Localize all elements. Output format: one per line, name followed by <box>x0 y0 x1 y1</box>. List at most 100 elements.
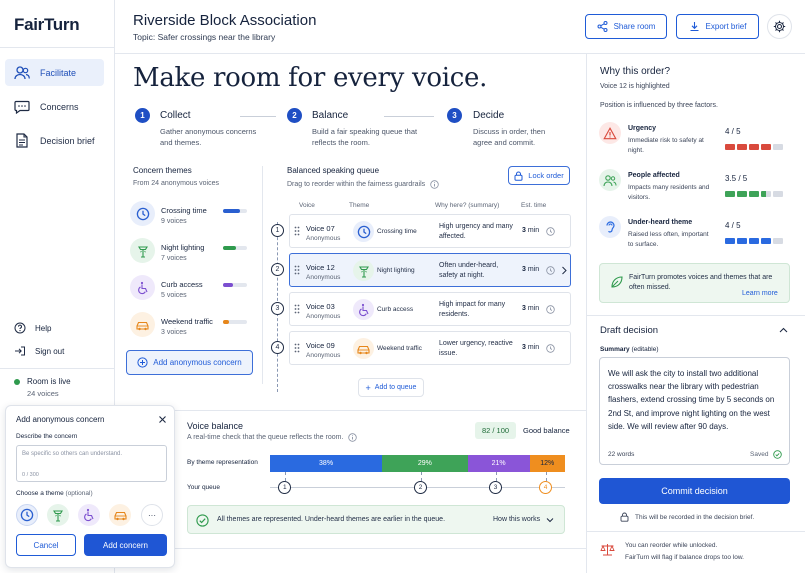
factor-item: Under-heard theme Raised less often, imp… <box>599 216 789 258</box>
score-segment <box>737 191 747 197</box>
drag-handle-icon[interactable] <box>294 343 300 353</box>
theme-option-clock[interactable] <box>16 504 38 526</box>
score-segment <box>737 238 747 244</box>
queue-row[interactable]: Voice 03 Anonymous Curb access High impa… <box>289 292 571 326</box>
score-segment <box>773 144 783 150</box>
info-icon[interactable] <box>430 180 439 189</box>
add-concern-label: Add anonymous concern <box>153 358 242 367</box>
lock-order-button[interactable]: Lock order <box>508 166 570 185</box>
sidebar-item-concerns[interactable]: Concerns <box>5 93 104 120</box>
app-logo: FairTurn <box>14 15 80 34</box>
theme-item[interactable]: Crossing time 9 voices <box>130 201 255 231</box>
how-this-works-link[interactable]: How this works <box>493 516 554 523</box>
voice-id: Voice 09 <box>306 341 335 350</box>
settings-button[interactable] <box>767 14 792 39</box>
chevron-up-icon[interactable] <box>779 327 788 333</box>
sidebar-item-decision-brief[interactable]: Decision brief <box>5 127 104 154</box>
close-icon[interactable] <box>158 415 167 424</box>
balance-segment-label: 29% <box>417 460 432 467</box>
queue-time-value: 3 <box>522 305 526 312</box>
queue-row[interactable]: Voice 07 Anonymous Crossing time High ur… <box>289 214 571 248</box>
score-segment <box>761 191 771 197</box>
gear-icon <box>773 20 786 33</box>
theme-item[interactable]: Curb access 5 voices <box>130 275 255 305</box>
download-icon <box>690 22 699 32</box>
theme-name: Night lighting <box>161 243 205 252</box>
check-circle-icon <box>196 514 209 527</box>
theme-share-track <box>223 209 247 213</box>
check-circle-icon <box>773 450 783 459</box>
saved-label: Saved <box>750 451 769 458</box>
factor-score-bars <box>725 143 785 152</box>
queue-theme: Weekend traffic <box>377 345 422 352</box>
add-anonymous-concern-button[interactable]: Add anonymous concern <box>126 350 253 375</box>
queue-row[interactable]: Voice 09 Anonymous Weekend traffic Lower… <box>289 331 571 365</box>
theme-option-streetlight[interactable] <box>47 504 69 526</box>
queue-marker: 1 <box>278 481 292 494</box>
balance-segment-label: 38% <box>319 460 334 467</box>
balance-segment: 29% <box>382 455 468 472</box>
chevron-right-icon[interactable] <box>561 266 567 275</box>
summary-label-row: Summary (editable) <box>600 346 659 353</box>
cancel-button[interactable]: Cancel <box>16 534 76 556</box>
info-icon[interactable] <box>348 433 358 442</box>
theme-name: Curb access <box>161 280 203 289</box>
room-status: Room is live <box>27 377 71 386</box>
more-themes-button[interactable]: ··· <box>141 504 163 526</box>
drag-handle-icon[interactable] <box>294 265 300 275</box>
signout-link[interactable]: Sign out <box>14 345 64 357</box>
queue-row[interactable]: Voice 12 Anonymous Night lighting Often … <box>289 253 571 287</box>
concern-textarea[interactable]: Be specific so others can understand. 0 … <box>16 445 167 482</box>
queue-theme: Crossing time <box>377 228 417 235</box>
queue-why: High urgency and many affected. <box>439 223 513 240</box>
sidebar-item-facilitate[interactable]: Facilitate <box>5 59 104 86</box>
add-concern-button[interactable]: Add concern <box>84 534 167 556</box>
drag-handle-icon[interactable] <box>294 304 300 314</box>
queue-time: 3 min <box>522 305 539 312</box>
theme-option-wheelchair[interactable] <box>78 504 100 526</box>
share-room-button[interactable]: Share room <box>585 14 667 39</box>
add-to-queue-label: Add to queue <box>374 384 417 391</box>
learn-more-link[interactable]: Learn more <box>742 290 778 297</box>
balance-title: Voice balance <box>187 421 244 431</box>
decision-summary-textarea[interactable]: We will ask the city to install two addi… <box>599 357 790 465</box>
drag-handle-icon[interactable] <box>294 226 300 236</box>
queue-subtitle-row: Drag to reorder within the fairness guar… <box>287 180 439 189</box>
add-concern-modal: Add anonymous concern Describe the conce… <box>5 405 175 568</box>
theme-item[interactable]: Night lighting 7 voices <box>130 238 255 268</box>
queue-subtitle: Drag to reorder within the fairness guar… <box>287 181 426 188</box>
theme-share-fill <box>223 283 233 287</box>
voice-anon: Anonymous <box>306 313 341 320</box>
score-segment <box>737 144 747 150</box>
balance-note: All themes are represented. Under-heard … <box>187 505 565 534</box>
factor-desc: Immediate risk to safety at night. <box>628 137 704 154</box>
balance-subtitle-row: A real-time check that the queue reflect… <box>187 433 358 442</box>
live-status-dot <box>14 379 20 385</box>
queue-time-unit: min <box>527 266 540 273</box>
balance-subtitle: A real-time check that the queue reflect… <box>187 434 344 441</box>
col-why: Why here? (summary) <box>435 202 500 209</box>
theme-name: Crossing time <box>161 206 207 215</box>
factor-score-bars <box>725 237 785 246</box>
col-time: Est. time <box>521 202 547 209</box>
help-link[interactable]: Help <box>14 322 51 334</box>
plus-icon: + <box>365 382 371 393</box>
col-theme: Theme <box>349 202 370 209</box>
theme-item[interactable]: Weekend traffic 3 voices <box>130 312 255 342</box>
add-to-queue-button[interactable]: + Add to queue <box>358 378 424 397</box>
export-brief-button[interactable]: Export brief <box>676 14 759 39</box>
queue-time-unit: min <box>527 227 540 234</box>
chat-bubble-icon <box>14 100 30 114</box>
summary-editable: (editable) <box>631 346 659 353</box>
balance-segment-label: 12% <box>540 460 555 467</box>
factor-score: 3.5 / 5 <box>725 174 748 183</box>
your-queue-label: Your queue <box>187 484 221 491</box>
scale-icon <box>600 544 615 556</box>
factor-score-bars <box>725 190 785 199</box>
lock-icon <box>514 171 523 181</box>
promo-card: FairTurn promotes voices and themes that… <box>599 263 790 303</box>
theme-option-car[interactable] <box>109 504 131 526</box>
commit-decision-button[interactable]: Commit decision <box>599 478 790 504</box>
word-count: 22 words <box>608 451 635 458</box>
marker-guide <box>495 472 497 481</box>
